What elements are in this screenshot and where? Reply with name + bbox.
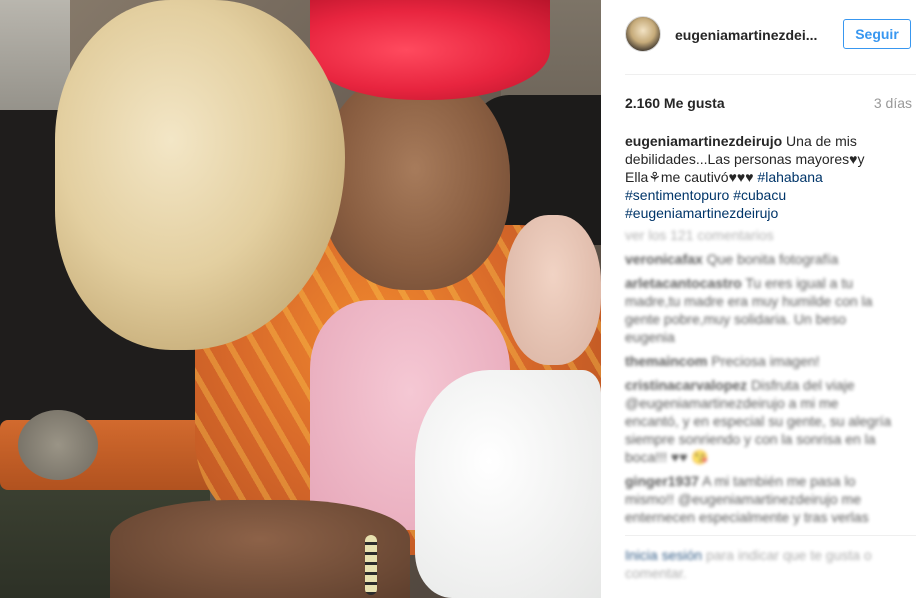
post-caption: eugeniamartinezdeirujo Una de mis debili… [625,132,895,222]
comments-list: ver los 121 comentarios veronicafax Que … [625,226,895,526]
comment-item: cristinacarvalopez Disfruta del viaje @e… [625,376,895,466]
comment-username[interactable]: cristinacarvalopez [625,377,747,393]
comment-text: Que bonita fotografía [706,251,839,267]
hashtag-link[interactable]: #eugeniamartinezdeirujo [625,205,778,221]
post-time[interactable]: 3 días [874,95,912,111]
follow-button[interactable]: Seguir [843,19,911,49]
header-divider [625,74,916,75]
comment-item: veronicafax Que bonita fotografía [625,250,895,268]
comment-username[interactable]: veronicafax [625,251,703,267]
view-all-comments-link[interactable]: ver los 121 comentarios [625,226,895,244]
hashtag-link[interactable]: #lahabana [757,169,822,185]
photo-belt-buckle [18,410,98,480]
post-username[interactable]: eugeniamartinezdei... [675,27,825,43]
comment-username[interactable]: ginger1937 [625,473,699,489]
post-sidebar: eugeniamartinezdei... Seguir 2.160 Me gu… [601,0,916,598]
photo-elderly-face [320,70,510,290]
hashtag-link[interactable]: #cubacu [733,187,786,203]
photo-hand [505,215,601,365]
post-photo[interactable] [0,0,601,598]
photo-red-flower [310,0,550,100]
footer-divider [625,535,916,536]
hashtag-link[interactable]: #sentimentopuro [625,187,729,203]
login-prompt: Inicia sesión para indicar que te gusta … [625,546,895,582]
photo-bracelet [365,535,377,595]
login-link[interactable]: Inicia sesión [625,547,702,563]
avatar[interactable] [625,16,661,52]
comment-text: Preciosa imagen! [711,353,820,369]
comment-item: arletacantocastro Tu eres igual a tu mad… [625,274,895,346]
comment-username[interactable]: themaincom [625,353,707,369]
comment-username[interactable]: arletacantocastro [625,275,742,291]
comments-section: eugeniamartinezdeirujo Una de mis debili… [625,132,895,532]
caption-username[interactable]: eugeniamartinezdeirujo [625,133,782,149]
comment-item: themaincom Preciosa imagen! [625,352,895,370]
comment-item: ginger1937 A mi también me pasa lo mismo… [625,472,895,526]
likes-count[interactable]: 2.160 Me gusta [625,95,725,111]
photo-white-towel [415,370,601,598]
post-header: eugeniamartinezdei... Seguir [601,0,916,74]
